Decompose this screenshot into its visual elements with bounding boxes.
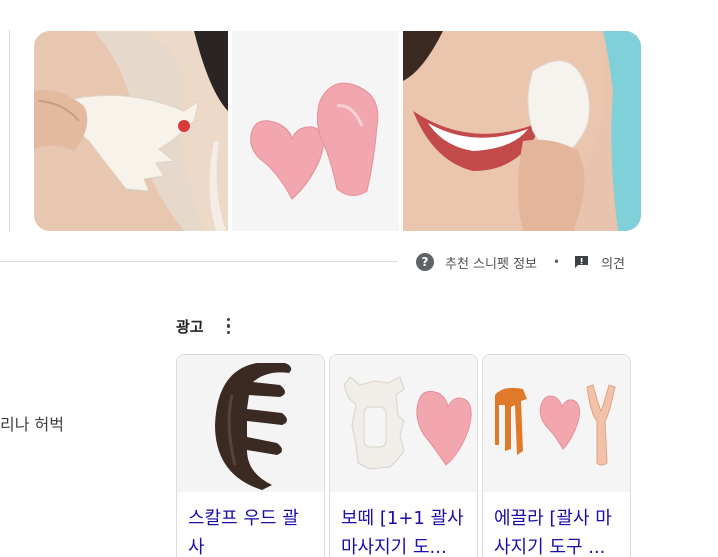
product-image-tool-set[interactable] xyxy=(483,355,630,492)
feedback-icon[interactable] xyxy=(574,255,589,269)
ad-card-title[interactable]: 스칼프 우드 괄사 xyxy=(177,492,324,557)
column-divider xyxy=(9,30,10,232)
ad-card-title[interactable]: 보떼 [1+1 괄사 마사지기 도... xyxy=(330,492,477,557)
ad-card[interactable]: 보떼 [1+1 괄사 마사지기 도... xyxy=(329,354,478,557)
left-result-snippet-fragment: 리나 허벅 xyxy=(0,415,64,434)
gallery-image-rose-quartz[interactable] xyxy=(232,31,399,231)
gallery-image-neck-gua-sha[interactable] xyxy=(34,31,228,231)
separator-dot: • xyxy=(553,255,561,269)
help-icon[interactable]: ? xyxy=(416,253,434,271)
ads-header: 광고 xyxy=(176,315,237,337)
product-image-wood-comb[interactable] xyxy=(177,355,324,492)
image-gallery xyxy=(34,31,641,231)
gallery-image-face-gua-sha[interactable] xyxy=(403,31,641,231)
ads-label: 광고 xyxy=(176,317,204,336)
feedback-link[interactable]: 의견 xyxy=(601,253,625,272)
ad-card-title[interactable]: 에끌라 [괄사 마사지기 도구 ... xyxy=(483,492,630,557)
about-featured-snippets-link[interactable]: 추천 스니펫 정보 xyxy=(445,253,537,272)
product-image-gua-sha-set[interactable] xyxy=(330,355,477,492)
ad-card[interactable]: 에끌라 [괄사 마사지기 도구 ... xyxy=(482,354,631,557)
ad-card[interactable]: 스칼프 우드 괄사 xyxy=(176,354,325,557)
more-options-icon[interactable] xyxy=(221,315,237,337)
section-divider xyxy=(0,261,398,262)
featured-snippet-footer: ? 추천 스니펫 정보 • 의견 xyxy=(416,251,625,273)
